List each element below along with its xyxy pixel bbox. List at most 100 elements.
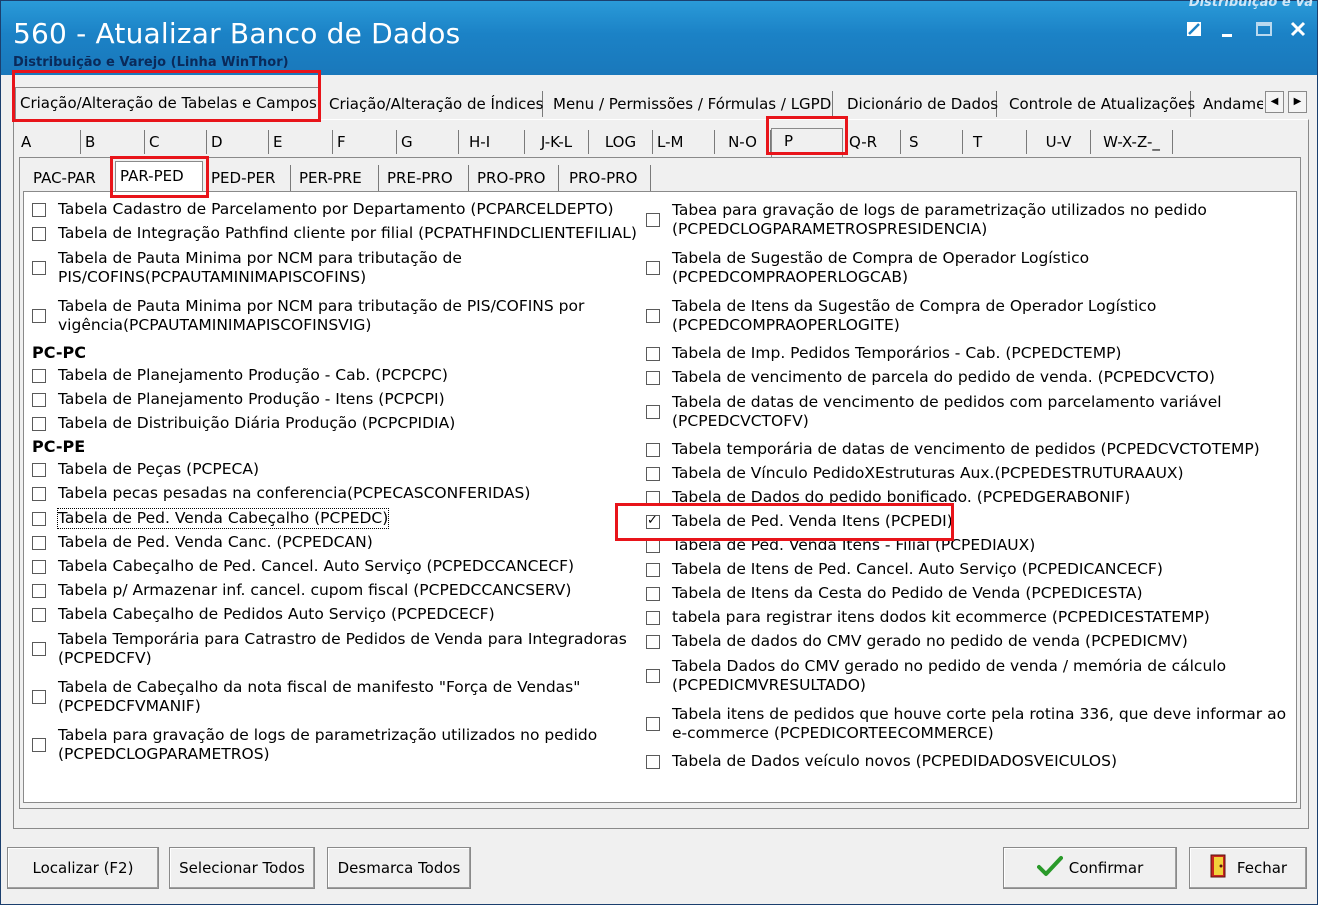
tab-ped-per[interactable]: PED-PER	[207, 165, 291, 191]
checkbox-pcpedcompraoperlogite[interactable]: Tabela de Itens da Sugestão de Compra de…	[646, 297, 1156, 335]
checkbox-box[interactable]	[32, 368, 46, 383]
checkbox-box[interactable]	[646, 405, 660, 419]
tab-per-pre[interactable]: PER-PRE	[295, 165, 379, 191]
tab-letter-q-r[interactable]: Q-R	[843, 130, 901, 154]
checkbox-box[interactable]	[646, 346, 660, 361]
checkbox-box[interactable]	[646, 562, 660, 577]
checkbox-pcpedclogparametros[interactable]: Tabela para gravação de logs de parametr…	[32, 726, 597, 764]
minimize-icon[interactable]	[1215, 19, 1241, 43]
confirmar-button[interactable]: Confirmar	[1003, 847, 1177, 889]
checkbox-pcpedcfvmanif[interactable]: Tabela de Cabeçalho da nota fiscal de ma…	[32, 678, 580, 716]
tab-menu-permissoes[interactable]: Menu / Permissões / Fórmulas / LGPD	[549, 91, 833, 117]
checkbox-pcpedicestatemp[interactable]: tabela para registrar itens dodos kit ec…	[646, 608, 1210, 627]
checkbox-pcpedcfv[interactable]: Tabela Temporária para Catrastro de Pedi…	[32, 630, 627, 668]
tab-scroll-right-icon[interactable]: ▶	[1288, 91, 1307, 113]
checkbox-pcpedccancserv[interactable]: Tabela p/ Armazenar inf. cancel. cupom f…	[32, 581, 571, 600]
checkbox-box[interactable]	[646, 309, 660, 323]
checkbox-pcpedidadosveiculos[interactable]: Tabela de Dados veículo novos (PCPEDIDAD…	[646, 752, 1117, 771]
checkbox-pcpedclogparametrospresidencia[interactable]: Tabea para gravação de logs de parametri…	[646, 201, 1207, 239]
checkbox-pcpedcvctotemp[interactable]: Tabela temporária de datas de vencimento…	[646, 440, 1260, 459]
tab-andamento[interactable]: Andame	[1199, 91, 1263, 117]
tab-letter-p[interactable]: P	[771, 128, 843, 158]
tab-letter-c[interactable]: C	[145, 130, 207, 154]
checkbox-box[interactable]	[646, 466, 660, 481]
checkbox-pcpedi[interactable]: Tabela de Ped. Venda Itens (PCPEDI)	[646, 512, 953, 531]
tab-letter-t[interactable]: T	[963, 130, 1027, 154]
checkbox-box[interactable]	[32, 462, 46, 477]
checkbox-pcpautaminimapiscofinsvig[interactable]: Tabela de Pauta Minima por NCM para trib…	[32, 297, 584, 335]
checkbox-pcpedcan[interactable]: Tabela de Ped. Venda Canc. (PCPEDCAN)	[32, 533, 373, 552]
checkbox-pcpedicmvresultado[interactable]: Tabela Dados do CMV gerado no pedido de …	[646, 657, 1226, 695]
checkbox-pcpcpi[interactable]: Tabela de Planejamento Produção - Itens …	[32, 390, 445, 409]
checkbox-box[interactable]	[32, 511, 46, 526]
checkbox-pcpedicmv[interactable]: Tabela de dados do CMV gerado no pedido …	[646, 632, 1188, 651]
tab-pac-par[interactable]: PAC-PAR	[29, 165, 113, 191]
tab-par-ped[interactable]: PAR-PED	[115, 161, 203, 193]
tab-controle-atualizacoes[interactable]: Controle de Atualizações	[1005, 91, 1195, 117]
checkbox-box[interactable]	[32, 642, 46, 656]
tab-dicionario[interactable]: Dicionário de Dados	[843, 91, 998, 117]
checkbox-pcpedcompraoperlogcab[interactable]: Tabela de Sugestão de Compra de Operador…	[646, 249, 1089, 287]
checkbox-box[interactable]	[646, 717, 660, 731]
checkbox-box[interactable]	[646, 442, 660, 457]
checkbox-pcpedcvcto[interactable]: Tabela de vencimento de parcela do pedid…	[646, 368, 1215, 387]
tab-letter-d[interactable]: D	[207, 130, 269, 154]
checkbox-box[interactable]	[32, 202, 46, 217]
tab-letter-a[interactable]: A	[17, 130, 81, 154]
checkbox-pcpedgerabonif[interactable]: Tabela de Dados do pedido bonificado. (P…	[646, 488, 1130, 507]
tab-letter-log[interactable]: LOG	[589, 130, 653, 154]
tab-letter-l-m[interactable]: L-M	[653, 130, 715, 154]
checkbox-pcpecasconferidas[interactable]: Tabela pecas pesadas na conferencia(PCPE…	[32, 484, 530, 503]
desmarca-todos-button[interactable]: Desmarca Todos	[327, 847, 471, 889]
checkbox-box[interactable]	[32, 309, 46, 323]
tab-letter-g[interactable]: G	[397, 130, 459, 154]
tab-pro-pro-1[interactable]: PRO-PRO	[473, 165, 559, 191]
checkbox-pcpeca[interactable]: Tabela de Peças (PCPECA)	[32, 460, 259, 479]
checkbox-box[interactable]	[646, 213, 660, 227]
maximize-icon[interactable]	[1251, 19, 1277, 43]
close-icon[interactable]	[1285, 19, 1311, 43]
restore-icon[interactable]	[1181, 19, 1207, 43]
checkbox-pcpedicesta[interactable]: Tabela de Itens da Cesta do Pedido de Ve…	[646, 584, 1143, 603]
tab-tabelas-campos[interactable]: Criação/Alteração de Tabelas e Campos	[15, 87, 321, 119]
checkbox-box[interactable]	[32, 535, 46, 550]
checkbox-pcpedctemp[interactable]: Tabela de Imp. Pedidos Temporários - Cab…	[646, 344, 1121, 363]
checkbox-pcpcpc[interactable]: Tabela de Planejamento Produção - Cab. (…	[32, 366, 448, 385]
tab-pre-pro[interactable]: PRE-PRO	[383, 165, 469, 191]
checkbox-pcpedccancecf[interactable]: Tabela Cabeçalho de Ped. Cancel. Auto Se…	[32, 557, 574, 576]
checkbox-pcpedestruturaaux[interactable]: Tabela de Vínculo PedidoXEstruturas Aux.…	[646, 464, 1184, 483]
checkbox-pcpedcvctofv[interactable]: Tabela de datas de vencimento de pedidos…	[646, 393, 1222, 431]
tab-letter-e[interactable]: E	[269, 130, 333, 154]
checkbox-box[interactable]	[646, 370, 660, 385]
tab-pro-pro-2[interactable]: PRO-PRO	[565, 165, 651, 191]
tab-indices[interactable]: Criação/Alteração de Índices	[325, 91, 543, 117]
checkbox-pcpedcecf[interactable]: Tabela Cabeçalho de Pedidos Auto Serviço…	[32, 605, 495, 624]
checkbox-box[interactable]	[32, 738, 46, 752]
localizar-button[interactable]: Localizar (F2)	[7, 847, 159, 889]
checkbox-box[interactable]	[646, 754, 660, 769]
checkbox-pcpedc[interactable]: Tabela de Ped. Venda Cabeçalho (PCPEDC)	[32, 508, 390, 529]
checkbox-box[interactable]	[32, 226, 46, 241]
tab-letter-w-x-z[interactable]: W-X-Z-_	[1091, 130, 1173, 154]
checkbox-pcpedicancecf[interactable]: Tabela de Itens de Ped. Cancel. Auto Ser…	[646, 560, 1163, 579]
tab-letter-b[interactable]: B	[81, 130, 145, 154]
title-bar[interactable]: 560 - Atualizar Banco de Dados Distribui…	[1, 0, 1317, 75]
selecionar-todos-button[interactable]: Selecionar Todos	[169, 847, 315, 889]
checkbox-pcpediaux[interactable]: Tabela de Ped. Venda Itens - Filial (PCP…	[646, 536, 1035, 555]
checkbox-pcpautaminimapiscofins[interactable]: Tabela de Pauta Minima por NCM para trib…	[32, 249, 462, 287]
checkbox-pcpedicorteecommerce[interactable]: Tabela itens de pedidos que houve corte …	[646, 705, 1286, 743]
checkbox-box[interactable]	[646, 634, 660, 649]
tab-letter-h-i[interactable]: H-I	[459, 130, 525, 154]
checkbox-box[interactable]	[32, 261, 46, 275]
checkbox-pcpathfindclientefilial[interactable]: Tabela de Integração Pathfind cliente po…	[32, 224, 637, 243]
tab-letter-j-k-l[interactable]: J-K-L	[525, 130, 589, 154]
checkbox-box[interactable]	[32, 392, 46, 407]
checkbox-box[interactable]	[646, 538, 660, 553]
checkbox-box[interactable]	[32, 559, 46, 574]
checkbox-pcpcpidia[interactable]: Tabela de Distribuição Diária Produção (…	[32, 414, 455, 433]
checkbox-box[interactable]	[32, 690, 46, 704]
checkbox-box[interactable]	[646, 490, 660, 505]
checkbox-box-checked[interactable]	[646, 513, 660, 529]
tab-letter-s[interactable]: S	[901, 130, 963, 154]
checkbox-box[interactable]	[646, 586, 660, 601]
